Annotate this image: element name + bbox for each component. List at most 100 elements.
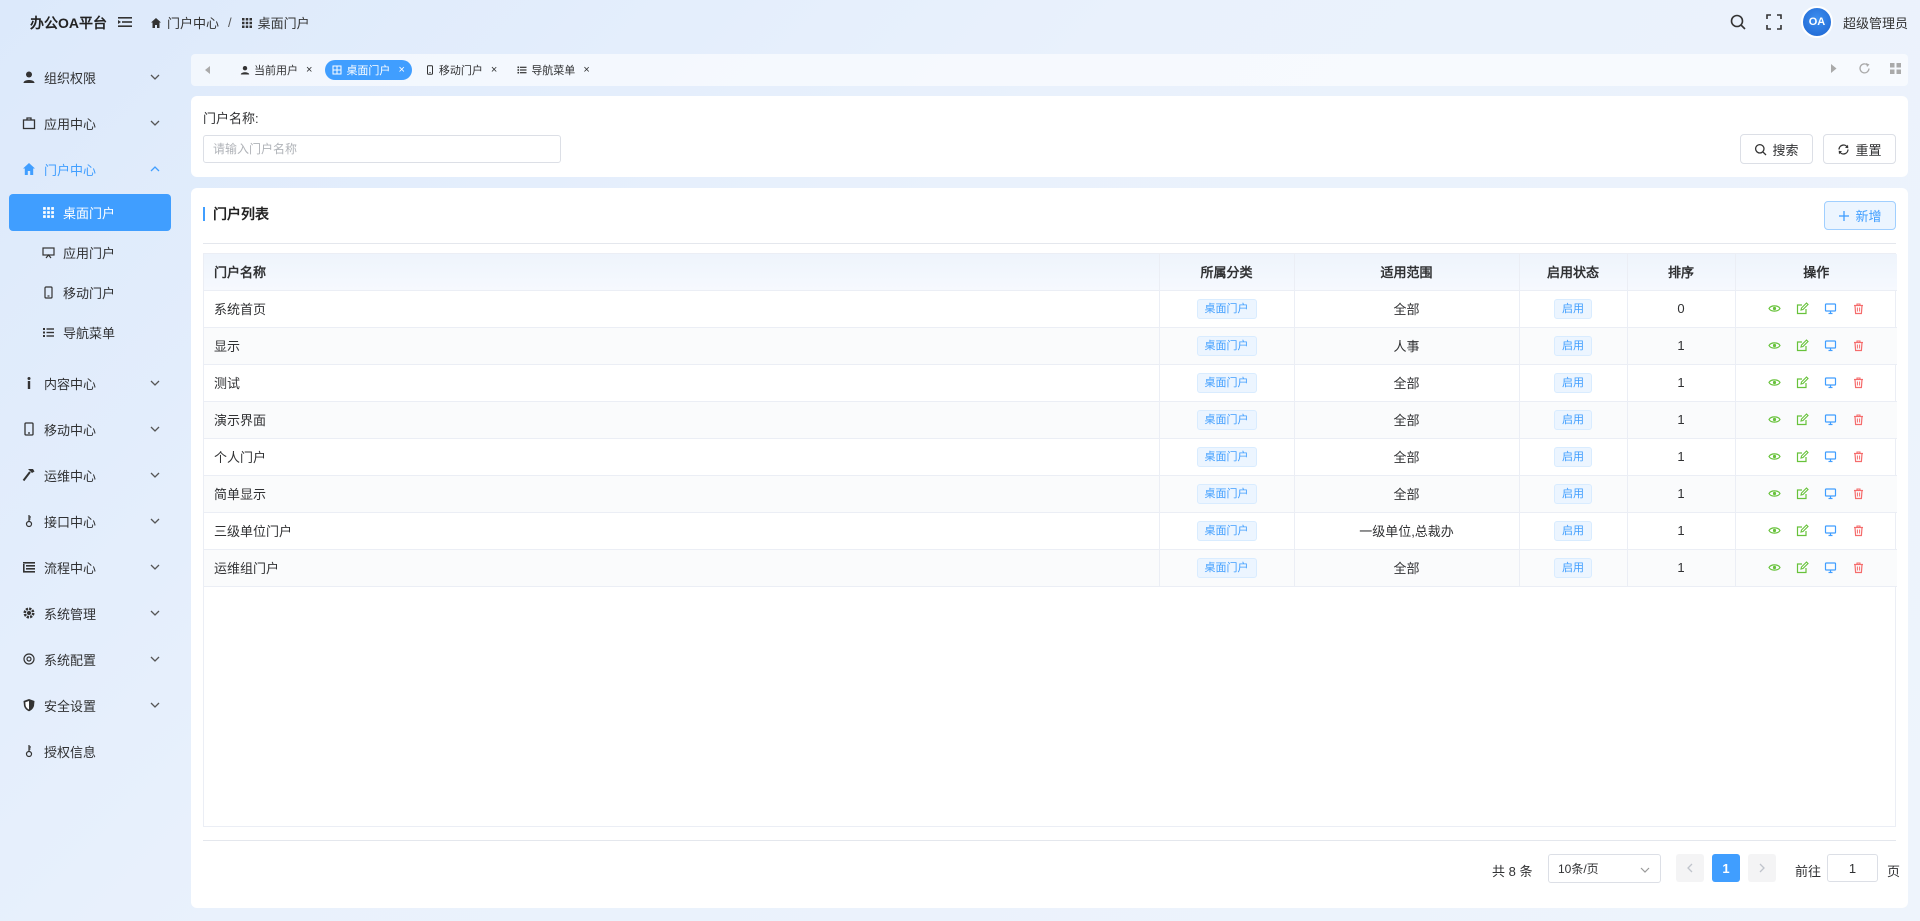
sidebar: 组织权限 应用中心 门户中心 桌面门户 应用门户 移动门户 导航菜单 内容中心 … <box>0 54 180 774</box>
search-button[interactable]: 搜索 <box>1740 134 1813 164</box>
row-actions <box>1736 450 1898 463</box>
sidebar-item-license[interactable]: 授权信息 <box>0 728 180 774</box>
view-icon[interactable] <box>1768 339 1781 352</box>
edit-icon[interactable] <box>1796 339 1809 352</box>
edit-icon[interactable] <box>1796 561 1809 574</box>
user-name[interactable]: 超级管理员 <box>1843 13 1908 32</box>
delete-icon[interactable] <box>1852 487 1865 500</box>
view-icon[interactable] <box>1768 524 1781 537</box>
fullscreen-icon[interactable] <box>1765 13 1783 31</box>
column-header-status[interactable]: 启用状态 <box>1519 254 1628 291</box>
delete-icon[interactable] <box>1852 339 1865 352</box>
row-actions <box>1736 339 1898 352</box>
cell-actions <box>1735 549 1897 587</box>
sidebar-item-system-config[interactable]: 系统配置 <box>0 636 180 682</box>
monitor-icon[interactable] <box>1824 339 1837 352</box>
sidebar-item-label: 接口中心 <box>44 514 97 530</box>
tab-scroll-left-icon[interactable] <box>203 65 213 75</box>
info-icon <box>27 377 31 389</box>
tab-current-user[interactable]: 当前用户 × <box>233 60 319 80</box>
delete-icon[interactable] <box>1852 413 1865 426</box>
avatar[interactable]: OA <box>1800 6 1833 38</box>
breadcrumb-level1[interactable]: 门户中心 <box>167 13 219 32</box>
grid-icon <box>241 17 252 28</box>
sidebar-item-content[interactable]: 内容中心 <box>0 360 180 406</box>
delete-icon[interactable] <box>1852 376 1865 389</box>
sidebar-item-api[interactable]: 接口中心 <box>0 498 180 544</box>
sidebar-item-app[interactable]: 应用中心 <box>0 100 180 146</box>
edit-icon[interactable] <box>1796 302 1809 315</box>
column-header-order[interactable]: 排序 <box>1627 254 1736 291</box>
refresh-icon[interactable] <box>1858 62 1871 75</box>
edit-icon[interactable] <box>1796 376 1809 389</box>
tab-nav-menu[interactable]: 导航菜单 × <box>510 60 596 80</box>
sidebar-item-security[interactable]: 安全设置 <box>0 682 180 728</box>
sidebar-item-mobile[interactable]: 移动中心 <box>0 406 180 452</box>
sidebar-subitem-nav-menu[interactable]: 导航菜单 <box>9 314 171 351</box>
sidebar-subitem-mobile-portal[interactable]: 移动门户 <box>9 274 171 311</box>
view-icon[interactable] <box>1768 302 1781 315</box>
tab-actions <box>1827 62 1902 75</box>
portal-table-grid: 门户名称 所属分类 适用范围 启用状态 排序 操作 系统首页 桌面门户 全部 启用 0 显… <box>204 254 1897 587</box>
portal-list-panel: 门户列表 新增 门户名称 所属分类 适用范围 启用状态 排序 操作 系统首页 桌面… <box>191 188 1908 908</box>
view-icon[interactable] <box>1768 376 1781 389</box>
tab-close-icon[interactable]: × <box>491 64 497 76</box>
tab-close-icon[interactable]: × <box>398 64 404 76</box>
monitor-icon[interactable] <box>1824 524 1837 537</box>
monitor-icon[interactable] <box>1824 413 1837 426</box>
column-header-category[interactable]: 所属分类 <box>1159 254 1295 291</box>
chevron-down-icon <box>150 702 160 708</box>
add-button[interactable]: 新增 <box>1824 201 1896 230</box>
reset-button[interactable]: 重置 <box>1823 134 1896 164</box>
view-icon[interactable] <box>1768 487 1781 500</box>
category-tag: 桌面门户 <box>1196 409 1257 430</box>
tab-close-icon[interactable]: × <box>306 64 312 76</box>
page-number-current[interactable]: 1 <box>1712 854 1740 882</box>
menu-toggle-icon[interactable] <box>117 14 133 30</box>
goto-page-input[interactable] <box>1827 854 1878 882</box>
edit-icon[interactable] <box>1796 413 1809 426</box>
delete-icon[interactable] <box>1852 561 1865 574</box>
sidebar-subitem-desktop-portal[interactable]: 桌面门户 <box>9 194 171 231</box>
cell-status: 启用 <box>1519 401 1628 439</box>
cell-name: 运维组门户 <box>204 549 1160 587</box>
edit-icon[interactable] <box>1796 487 1809 500</box>
monitor-icon[interactable] <box>1824 450 1837 463</box>
tab-close-icon[interactable]: × <box>583 64 589 76</box>
column-header-scope[interactable]: 适用范围 <box>1294 254 1520 291</box>
prev-page-button[interactable] <box>1676 854 1704 882</box>
edit-icon[interactable] <box>1796 450 1809 463</box>
monitor-icon[interactable] <box>1824 376 1837 389</box>
sidebar-item-ops[interactable]: 运维中心 <box>0 452 180 498</box>
tab-menu-grid-icon[interactable] <box>1889 62 1902 75</box>
view-icon[interactable] <box>1768 561 1781 574</box>
cell-scope: 全部 <box>1294 549 1520 587</box>
tab-desktop-portal[interactable]: 桌面门户 × <box>325 60 412 80</box>
sidebar-item-flow[interactable]: 流程中心 <box>0 544 180 590</box>
edit-icon[interactable] <box>1796 524 1809 537</box>
monitor-icon[interactable] <box>1824 302 1837 315</box>
delete-icon[interactable] <box>1852 450 1865 463</box>
next-page-button[interactable] <box>1748 854 1776 882</box>
view-icon[interactable] <box>1768 450 1781 463</box>
tab-scroll-right-icon[interactable] <box>1827 62 1840 75</box>
view-icon[interactable] <box>1768 413 1781 426</box>
monitor-icon[interactable] <box>1824 487 1837 500</box>
monitor-icon[interactable] <box>1824 561 1837 574</box>
search-icon[interactable] <box>1729 13 1747 31</box>
delete-icon[interactable] <box>1852 524 1865 537</box>
sidebar-item-system-manage[interactable]: 系统管理 <box>0 590 180 636</box>
chevron-down-icon <box>150 610 160 616</box>
column-header-name[interactable]: 门户名称 <box>204 254 1160 291</box>
sidebar-item-org[interactable]: 组织权限 <box>0 54 180 100</box>
sidebar-item-portal[interactable]: 门户中心 <box>0 146 180 192</box>
sidebar-subitem-app-portal[interactable]: 应用门户 <box>9 234 171 271</box>
gear-icon <box>23 607 35 619</box>
cell-category: 桌面门户 <box>1159 438 1295 476</box>
page-size-select[interactable]: 10条/页 <box>1548 854 1661 883</box>
refresh-icon <box>1838 143 1850 155</box>
status-badge: 启用 <box>1554 557 1592 578</box>
portal-name-input[interactable] <box>203 135 561 163</box>
delete-icon[interactable] <box>1852 302 1865 315</box>
tab-mobile-portal[interactable]: 移动门户 × <box>418 60 504 80</box>
